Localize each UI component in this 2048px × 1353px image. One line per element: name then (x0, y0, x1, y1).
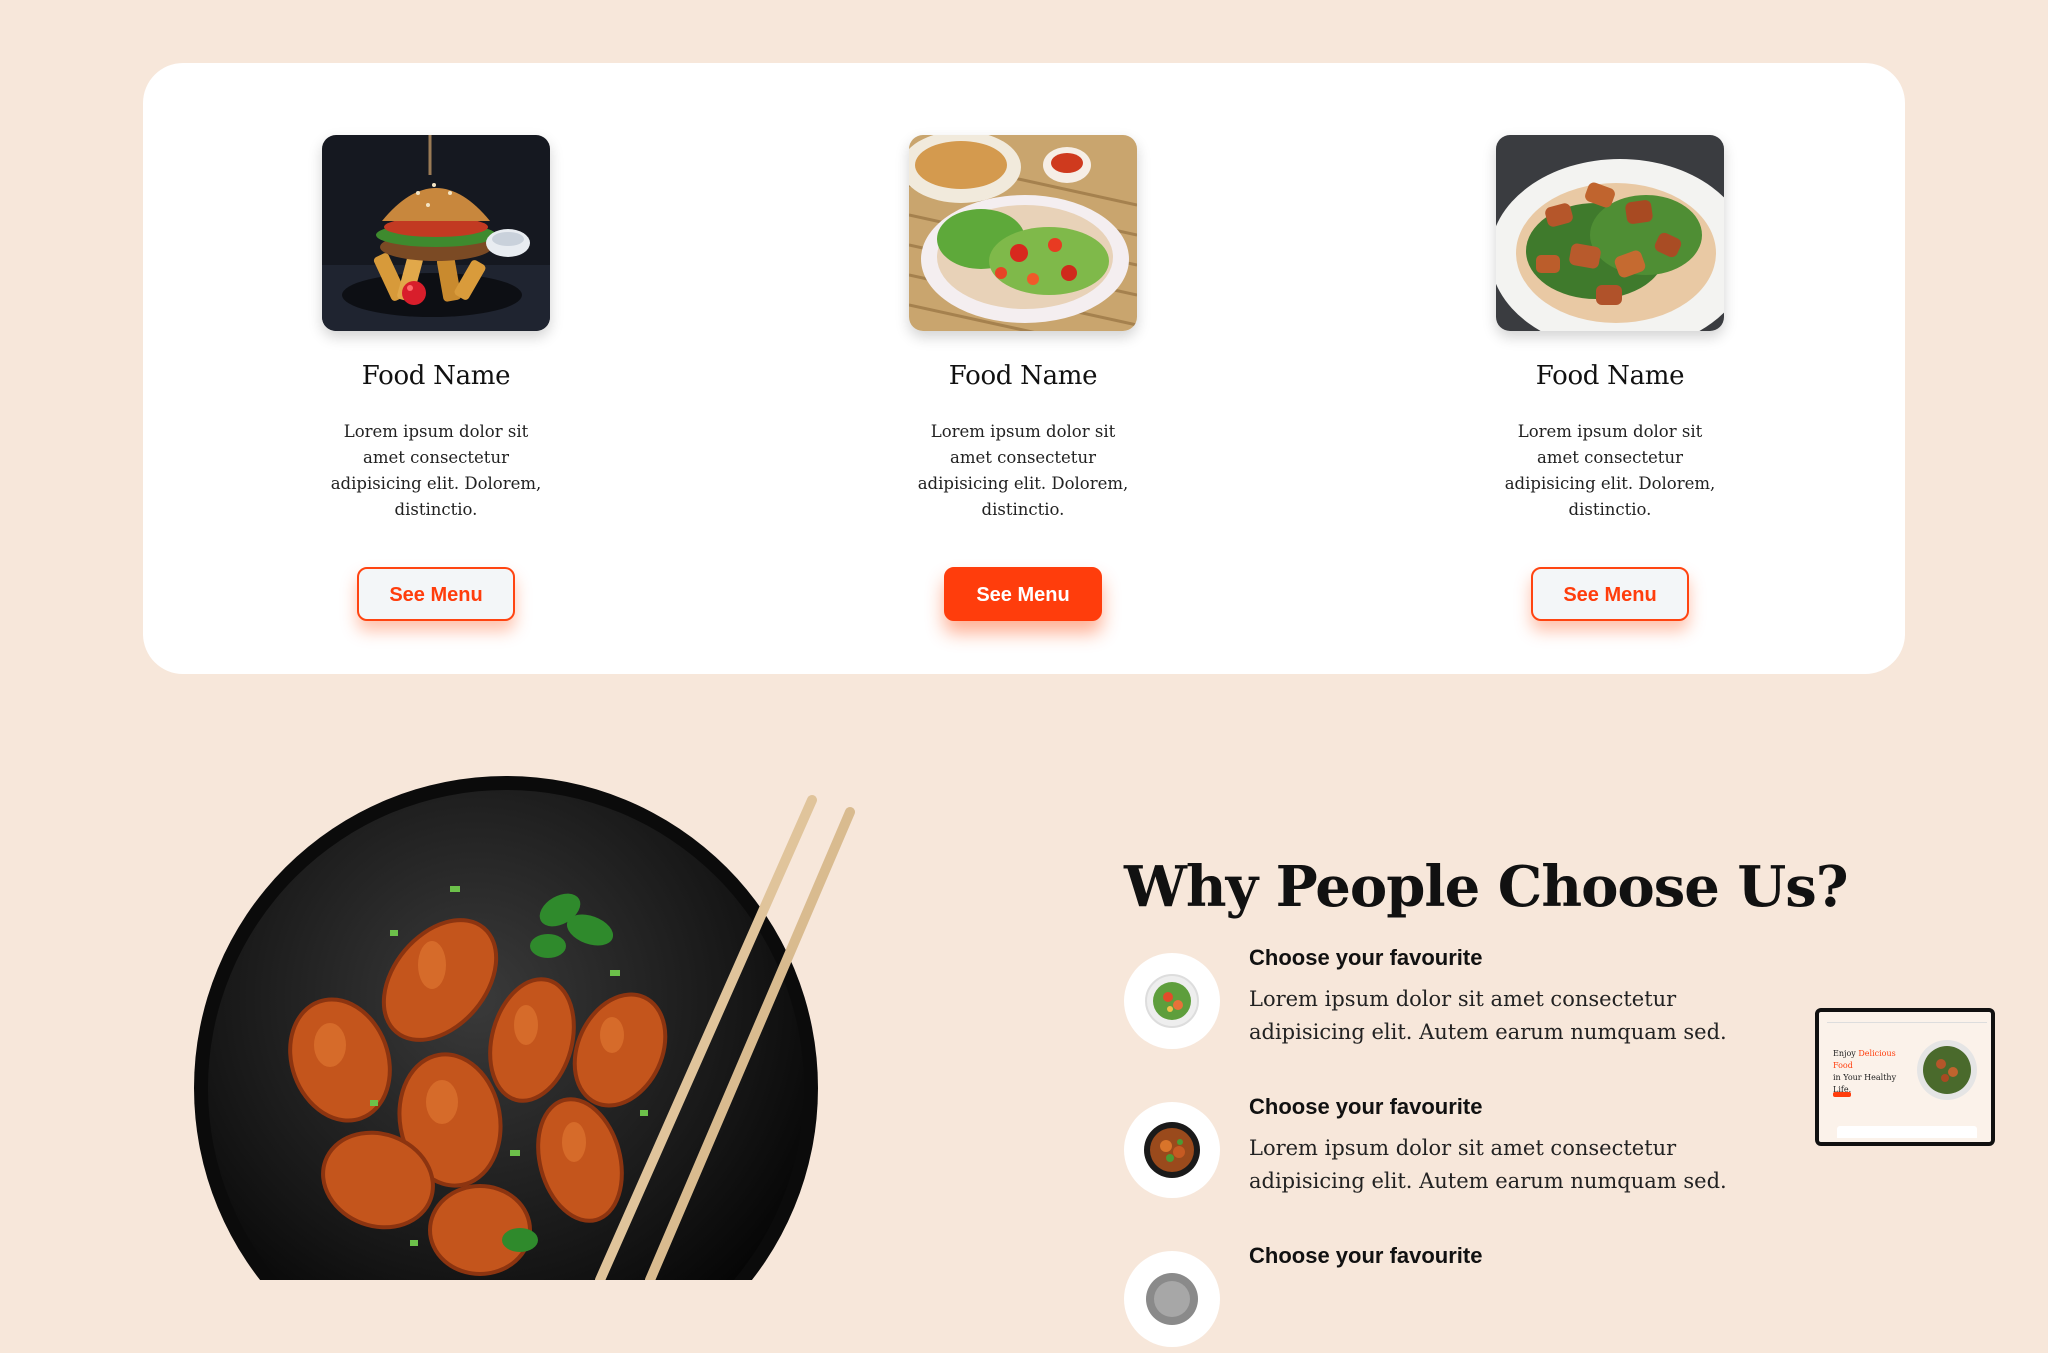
feature-item: Choose your favourite Lorem ipsum dolor … (1124, 945, 1744, 1055)
feature-text: Lorem ipsum dolor sit amet consectetur a… (1249, 1136, 1727, 1193)
thumbnail-hero-prefix: Enjoy (1833, 1049, 1856, 1058)
see-menu-button[interactable]: See Menu (357, 567, 515, 621)
feature-title: Choose your favourite (1249, 945, 1483, 970)
burger-photo (322, 135, 550, 331)
thumbnail-hero-line2: in Your Healthy Life. (1833, 1073, 1897, 1094)
food-card: Food Name Lorem ipsum dolor sit amet con… (858, 135, 1188, 621)
see-menu-button[interactable]: See Menu (1531, 567, 1689, 621)
salad-plate-photo (909, 135, 1137, 331)
chicken-wings-bowl-image (150, 770, 910, 1353)
feature-title: Choose your favourite (1249, 1094, 1483, 1119)
food-description: Lorem ipsum dolor sit amet consectetur a… (917, 422, 1129, 519)
chicken-salad-photo (1496, 135, 1724, 331)
feature-item: Choose your favourite Lorem ipsum dolor … (1124, 1094, 1744, 1204)
why-section-title: Why People Choose Us? (1124, 854, 1849, 921)
thumbnail-hero-text: Enjoy Delicious Food in Your Healthy Lif… (1833, 1048, 1913, 1096)
thumbnail-plate-image (1915, 1038, 1979, 1102)
feature-title: Choose your favourite (1249, 1243, 1483, 1268)
page-preview-thumbnail[interactable]: Enjoy Delicious Food in Your Healthy Lif… (1815, 1008, 1995, 1146)
noodle-bowl-icon (1124, 1102, 1220, 1198)
dish-icon (1124, 1251, 1220, 1347)
salad-bowl-icon (1124, 953, 1220, 1049)
food-description: Lorem ipsum dolor sit amet consectetur a… (1504, 422, 1716, 519)
food-name: Food Name (361, 361, 511, 391)
food-description: Lorem ipsum dolor sit amet consectetur a… (330, 422, 542, 519)
food-cards-panel: Food Name Lorem ipsum dolor sit amet con… (143, 63, 1905, 674)
feature-text: Lorem ipsum dolor sit amet consectetur a… (1249, 987, 1727, 1044)
see-menu-button[interactable]: See Menu (944, 567, 1102, 621)
food-card: Food Name Lorem ipsum dolor sit amet con… (271, 135, 601, 621)
feature-item: Choose your favourite (1124, 1243, 1744, 1353)
thumbnail-cards-strip (1837, 1126, 1977, 1138)
food-name: Food Name (1535, 361, 1685, 391)
thumbnail-cta-button (1833, 1092, 1851, 1097)
thumbnail-nav-bar (1827, 1018, 1987, 1023)
food-card: Food Name Lorem ipsum dolor sit amet con… (1445, 135, 1775, 621)
food-name: Food Name (948, 361, 1098, 391)
